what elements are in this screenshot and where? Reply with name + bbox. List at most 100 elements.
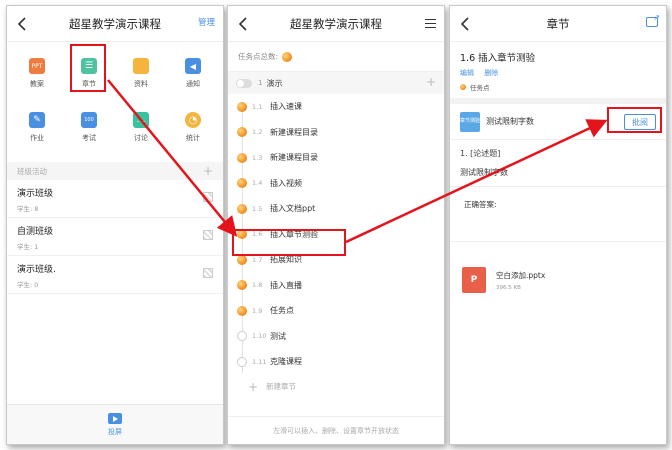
section-title: 1.6 插入章节测验 xyxy=(460,53,536,64)
qr-code-icon[interactable] xyxy=(203,230,213,240)
quiz-name: 测试限制字数 xyxy=(486,117,534,126)
grid-item-homework[interactable]: ✎ 作业 xyxy=(11,102,63,156)
class-student-count: 学生: 0 xyxy=(17,281,39,289)
task-dot-icon xyxy=(237,127,247,138)
section-item[interactable]: 1.3 新建课程目录 xyxy=(228,145,444,171)
swipe-hint: 左滑可以插入、删除、设置章节开放状态 xyxy=(228,416,444,444)
task-point-badge: 任务点 xyxy=(450,78,666,92)
grid-label: 通知 xyxy=(186,80,200,88)
task-dot-icon xyxy=(237,101,247,112)
section-name: 克隆课程 xyxy=(270,357,302,367)
section-number: 1.10 xyxy=(252,332,267,341)
menu-icon[interactable] xyxy=(425,19,436,28)
empty-dot-icon xyxy=(237,356,247,367)
section-item[interactable]: 1.8 插入直播 xyxy=(228,273,444,299)
empty-dot-icon xyxy=(237,331,247,342)
qr-code-icon[interactable] xyxy=(203,192,213,202)
section-item[interactable]: 1.9 任务点 xyxy=(228,298,444,324)
chapter-toggle[interactable] xyxy=(236,78,252,88)
cast-label: 投屏 xyxy=(108,427,122,436)
file-name: 空白添加.pptx xyxy=(496,270,546,280)
grid-item-statistics[interactable]: ◔ 统计 xyxy=(167,102,219,156)
section-name: 任务点 xyxy=(270,306,294,316)
section-number: 1.3 xyxy=(252,153,263,162)
question-body: 测试限制字数 xyxy=(460,168,508,177)
class-list-item[interactable]: 演示班级. 学生: 0 xyxy=(7,256,223,294)
page-title: 章节 xyxy=(546,16,570,31)
section-number: 1.7 xyxy=(252,255,263,264)
grid-item-notice[interactable]: ◀ 通知 xyxy=(167,48,219,102)
class-name: 演示班级 xyxy=(17,189,54,199)
highlight-box-grade xyxy=(607,107,662,133)
screen-cast-icon xyxy=(108,412,122,424)
add-icon[interactable]: + xyxy=(203,164,213,178)
add-section-button[interactable]: + 新建章节 xyxy=(228,375,444,399)
attachment-row[interactable]: P 空白添加.pptx 396.5 KB xyxy=(450,258,666,302)
class-list-item[interactable]: 演示班级 学生: 8 xyxy=(7,180,223,218)
homework-icon: ✎ xyxy=(29,112,45,128)
class-list-item[interactable]: 自测班级 学生: 1 xyxy=(7,218,223,256)
discussion-icon: … xyxy=(133,112,149,128)
section-detail-screen: 章节 1.6 插入章节测验 编辑 删除 任务点 章节测验 测试限制字数 批阅 1… xyxy=(449,5,667,445)
section-label: 班级活动 xyxy=(17,166,47,176)
section-item[interactable]: 1.1 插入速课 xyxy=(228,94,444,120)
share-icon[interactable] xyxy=(646,13,660,27)
class-student-count: 学生: 1 xyxy=(17,243,39,251)
back-icon[interactable] xyxy=(236,15,252,33)
grid-item-materials[interactable]: 资料 xyxy=(115,48,167,102)
section-item[interactable]: 1.10 测试 xyxy=(228,324,444,350)
section-name: 插入文档ppt xyxy=(270,204,316,214)
manage-button[interactable]: 管理 xyxy=(198,16,215,28)
task-dot-icon xyxy=(237,280,247,291)
grid-item-lesson-plan[interactable]: PPT 教案 xyxy=(11,48,63,102)
section-name: 新建课程目录 xyxy=(270,127,318,137)
task-dot-icon xyxy=(237,254,247,265)
add-icon: + xyxy=(248,379,259,394)
grid-label: 考试 xyxy=(82,134,96,142)
pie-chart-icon: ◔ xyxy=(185,112,201,128)
speaker-icon: ◀ xyxy=(185,58,201,74)
file-size: 396.5 KB xyxy=(496,284,521,291)
question-block: 1. [论述题] 测试限制字数 xyxy=(450,140,666,187)
section-number: 1.11 xyxy=(252,357,267,366)
chapter-header[interactable]: 1 演示 + xyxy=(228,72,444,94)
task-dot-icon xyxy=(237,178,247,189)
section-name: 插入视频 xyxy=(270,178,302,188)
section-item[interactable]: 1.2 新建课程目录 xyxy=(228,120,444,146)
grid-item-exam[interactable]: 100 考试 xyxy=(63,102,115,156)
grid-label: 统计 xyxy=(186,134,200,142)
task-total-label: 任务点总数: xyxy=(238,52,279,61)
class-name: 自测班级 xyxy=(17,227,54,237)
edit-link[interactable]: 编辑 xyxy=(460,69,474,77)
delete-link[interactable]: 删除 xyxy=(484,69,498,77)
add-icon[interactable]: + xyxy=(426,75,436,89)
chapter-number: 1 xyxy=(258,79,263,87)
qr-code-icon[interactable] xyxy=(203,268,213,278)
ppt-icon: PPT xyxy=(29,58,45,74)
back-icon[interactable] xyxy=(15,15,31,33)
section-detail-navbar: 章节 xyxy=(450,6,666,42)
section-number: 1.9 xyxy=(252,306,263,315)
answer-block: 正确答案: xyxy=(450,187,666,242)
section-item[interactable]: 1.5 插入文档ppt xyxy=(228,196,444,222)
section-name: 测试 xyxy=(270,331,286,341)
section-number: 1.2 xyxy=(252,128,263,137)
course-home-navbar: 超星教学演示课程 管理 xyxy=(7,6,223,42)
section-item[interactable]: 1.11 克隆课程 xyxy=(228,349,444,375)
chapter-name: 演示 xyxy=(266,78,283,88)
task-point-label: 任务点 xyxy=(470,84,490,92)
course-home-screen: 超星教学演示课程 管理 PPT 教案 ☰ 章节 资料 ◀ 通知 ✎ 作业 100… xyxy=(6,5,224,445)
cast-screen-bar[interactable]: 投屏 xyxy=(7,404,223,444)
grid-label: 作业 xyxy=(30,134,44,142)
grid-item-discussion[interactable]: … 讨论 xyxy=(115,102,167,156)
page-title: 超星教学演示课程 xyxy=(290,16,382,31)
grid-label: 讨论 xyxy=(134,134,148,142)
back-icon[interactable] xyxy=(458,15,474,33)
section-number: 1.5 xyxy=(252,204,263,213)
section-actions: 编辑 删除 xyxy=(450,64,666,78)
task-dot-icon xyxy=(237,305,247,316)
section-number: 1.8 xyxy=(252,281,263,290)
grid-label: 资料 xyxy=(134,80,148,88)
section-item[interactable]: 1.4 插入视频 xyxy=(228,171,444,197)
grid-label: 教案 xyxy=(30,80,44,88)
